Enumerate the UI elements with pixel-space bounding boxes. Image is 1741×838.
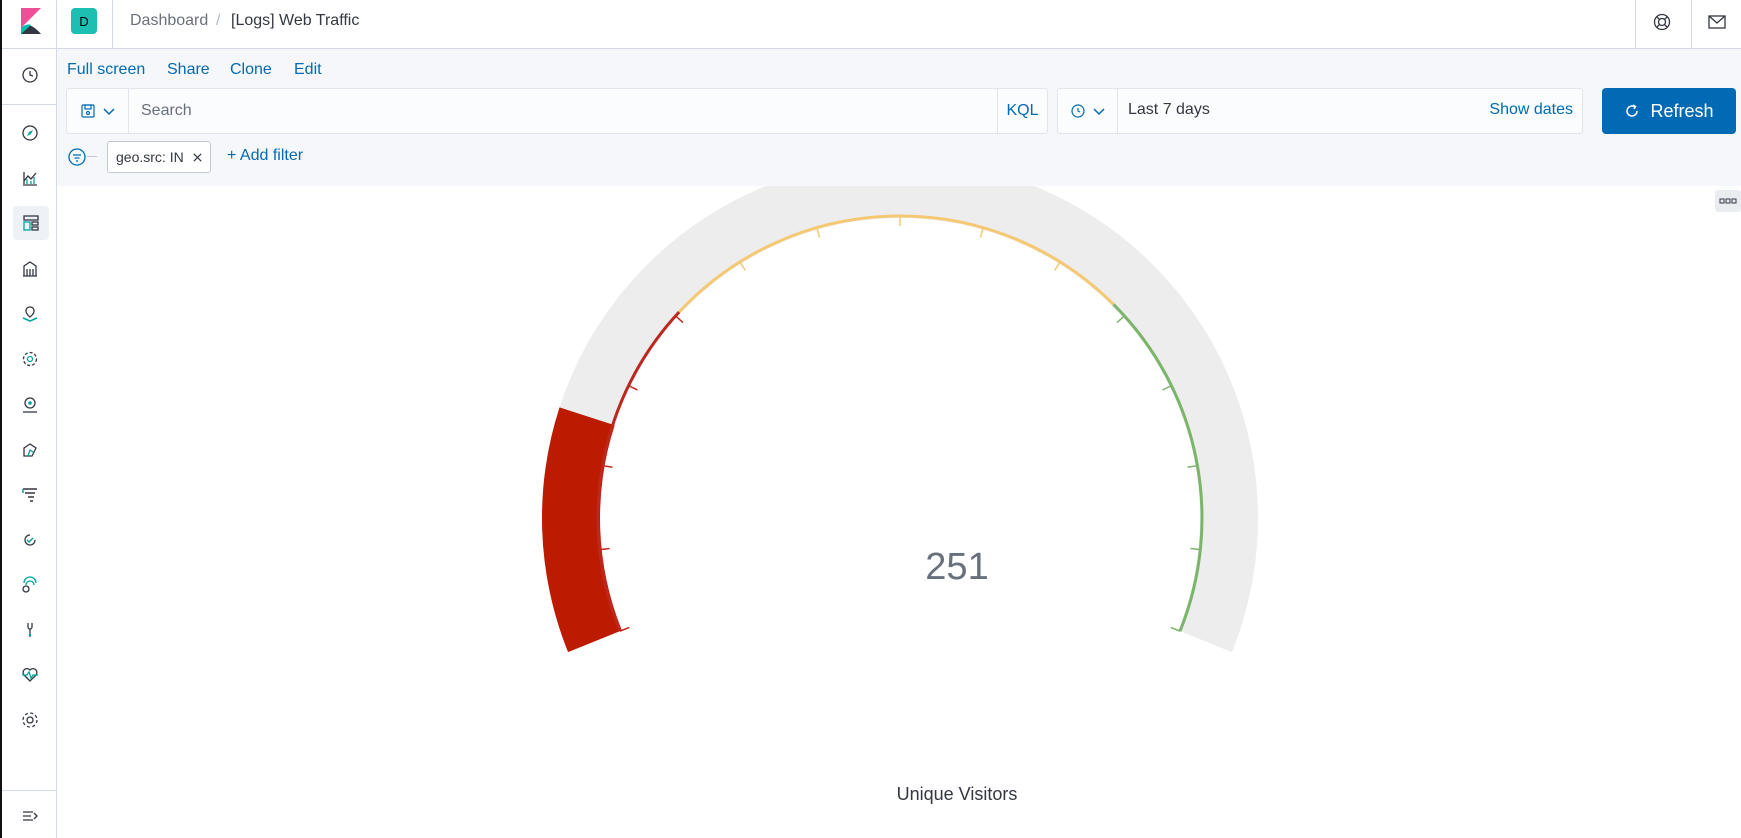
kibana-logo-icon[interactable] <box>19 6 43 36</box>
help-icon[interactable] <box>1650 10 1674 34</box>
header-divider <box>1691 0 1692 48</box>
header-divider <box>1635 0 1636 48</box>
canvas-icon[interactable] <box>17 256 43 282</box>
header-divider <box>112 0 113 48</box>
quick-select-button[interactable] <box>1058 89 1118 133</box>
gauge-tick <box>599 547 610 551</box>
breadcrumb-dashboard[interactable]: Dashboard <box>130 12 208 30</box>
refresh-button[interactable]: Refresh <box>1602 88 1736 134</box>
full-screen-link[interactable]: Full screen <box>67 61 145 79</box>
gauge-tick <box>739 261 746 271</box>
breadcrumb-current: [Logs] Web Traffic <box>231 12 360 29</box>
refresh-label: Refresh <box>1650 100 1714 121</box>
visualize-icon[interactable] <box>17 165 43 191</box>
siem-icon[interactable] <box>17 572 43 598</box>
visualization-panel: 251 Unique Visitors <box>57 186 1741 838</box>
date-picker: Last 7 days Show dates <box>1057 88 1583 134</box>
refresh-icon <box>1626 104 1639 117</box>
side-nav <box>0 0 57 838</box>
filter-pill-label: geo.src: IN <box>116 149 184 165</box>
uptime-icon[interactable] <box>17 527 43 553</box>
gauge-tick <box>1054 261 1061 271</box>
nav-divider <box>2 790 57 791</box>
filter-connector <box>87 156 97 157</box>
infrastructure-icon[interactable] <box>17 392 43 418</box>
management-icon[interactable] <box>17 707 43 733</box>
share-link[interactable]: Share <box>167 61 210 79</box>
filter-options-icon[interactable] <box>65 145 89 169</box>
mail-icon[interactable] <box>1705 10 1729 34</box>
gauge-tick <box>1162 384 1172 391</box>
logs-icon[interactable] <box>17 437 43 463</box>
gauge-filled-arc <box>542 407 622 653</box>
nav-divider <box>2 104 57 105</box>
collapse-icon[interactable] <box>17 803 43 829</box>
gauge-tick <box>1190 547 1201 551</box>
chevron-down-icon <box>102 108 115 116</box>
date-range-text[interactable]: Last 7 days <box>1128 101 1210 119</box>
query-bar: KQL <box>66 88 1048 134</box>
gauge-tick <box>1116 315 1125 324</box>
header-bar: D Dashboard / [Logs] Web Traffic <box>57 0 1741 49</box>
nav-divider <box>2 48 57 49</box>
gauge-label: Unique Visitors <box>896 784 1018 804</box>
kql-toggle-button[interactable]: KQL <box>997 89 1047 133</box>
search-input[interactable] <box>129 89 997 133</box>
top-menu: Full screen Share Clone Edit KQL Last 7 … <box>57 49 1741 186</box>
space-avatar[interactable]: D <box>71 8 97 34</box>
dev-tools-icon[interactable] <box>17 617 43 643</box>
discover-icon[interactable] <box>17 120 43 146</box>
apm-icon[interactable] <box>17 482 43 508</box>
add-filter-button[interactable]: + Add filter <box>227 147 303 165</box>
gauge-tick <box>675 315 684 324</box>
maps-icon[interactable] <box>17 301 43 327</box>
filter-pill[interactable]: geo.src: IN <box>107 141 211 173</box>
gauge-value: 251 <box>925 546 989 588</box>
save-icon <box>80 104 95 118</box>
breadcrumb-separator: / <box>216 12 221 29</box>
show-dates-link[interactable]: Show dates <box>1489 101 1573 119</box>
chevron-down-icon <box>1092 108 1105 116</box>
recent-icon[interactable] <box>17 62 43 88</box>
close-icon[interactable] <box>192 152 203 163</box>
clock-icon <box>1070 104 1085 118</box>
saved-query-button[interactable] <box>67 89 129 133</box>
monitoring-icon[interactable] <box>17 662 43 688</box>
gauge-chart <box>542 186 1258 653</box>
edit-link[interactable]: Edit <box>294 61 322 79</box>
ml-icon[interactable] <box>17 346 43 372</box>
dashboard-icon[interactable] <box>13 206 49 240</box>
clone-link[interactable]: Clone <box>230 61 272 79</box>
gauge-tick <box>628 384 638 391</box>
